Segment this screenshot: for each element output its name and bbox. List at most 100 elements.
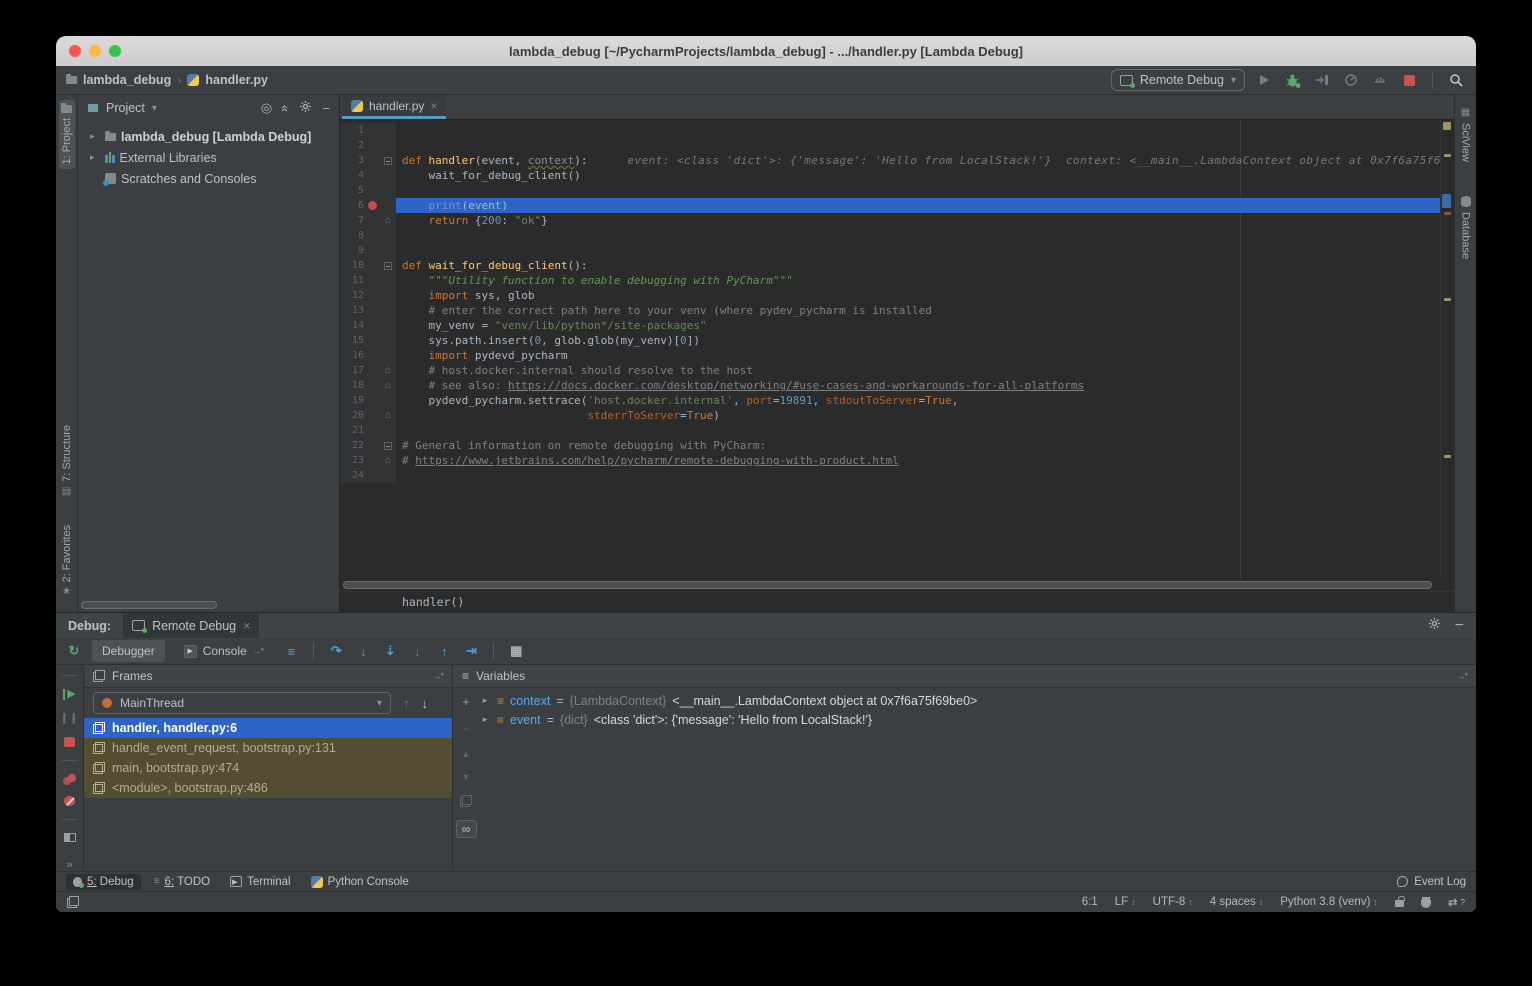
evaluate-expression-button[interactable]: ▦ [507, 643, 525, 659]
indent-selector[interactable]: 4 spaces↕ [1210, 896, 1264, 908]
line-separator-selector[interactable]: LF↕ [1115, 896, 1136, 908]
fold-marker[interactable] [379, 168, 396, 183]
stop-button[interactable] [1399, 69, 1419, 91]
editor-tab-handler-py[interactable]: handler.py × [342, 95, 446, 119]
gutter[interactable]: 4 [340, 168, 396, 183]
encoding-selector[interactable]: UTF-8↕ [1153, 896, 1193, 908]
show-execution-point-button[interactable]: ≡ [282, 644, 300, 659]
breakpoint-gutter[interactable] [366, 393, 379, 408]
gutter[interactable]: 17⌂ [340, 363, 396, 378]
more-actions-button[interactable]: » [66, 859, 72, 871]
sidebar-item-structure[interactable]: 7: Structure ▤ [59, 420, 75, 502]
expand-arrow-icon[interactable]: ▸ [479, 695, 491, 706]
step-into-my-code-button[interactable]: ↓ [408, 644, 426, 659]
code-line[interactable]: 17⌂ # host.docker.internal should resolv… [340, 363, 1454, 378]
code-line[interactable]: 19 pydevd_pycharm.settrace('host.docker.… [340, 393, 1454, 408]
tab-debugger[interactable]: Debugger [92, 640, 165, 662]
expand-arrow-icon[interactable]: ▸ [90, 152, 100, 163]
code-line[interactable]: 12 import sys, glob [340, 288, 1454, 303]
toolwindow-button-python[interactable]: Python Console [304, 874, 416, 890]
toolwindow-button-terminal[interactable]: ▶Terminal [223, 874, 297, 890]
thread-selector[interactable]: MainThread ▾ [93, 692, 391, 714]
stack-frame-row[interactable]: handle_event_request, bootstrap.py:131 [84, 738, 452, 758]
tool-window-switcher-icon[interactable] [67, 896, 79, 908]
add-watch-button[interactable]: + [462, 695, 469, 709]
scrollbar-thumb[interactable] [343, 581, 1432, 589]
fold-marker[interactable] [379, 348, 396, 363]
breakpoint-gutter[interactable] [366, 243, 379, 258]
event-log-button[interactable]: Event Log [1397, 876, 1466, 888]
lock-icon[interactable] [1395, 900, 1404, 907]
fold-marker[interactable] [379, 288, 396, 303]
debug-session-tab[interactable]: Remote Debug × [123, 613, 259, 638]
gutter[interactable]: 19 [340, 393, 396, 408]
caret-position[interactable]: 6:1 [1082, 896, 1098, 908]
hide-panel-button[interactable]: − [322, 101, 330, 116]
code-line[interactable]: 5 [340, 183, 1454, 198]
code-line[interactable]: 20⌂ stderrToServer=True) [340, 408, 1454, 423]
fold-collapse-icon[interactable] [384, 442, 392, 450]
view-breakpoints-button[interactable] [63, 774, 76, 784]
restore-layout-button[interactable] [64, 833, 76, 842]
gutter[interactable]: 10 [340, 258, 396, 273]
interpreter-selector[interactable]: Python 3.8 (venv)↕ [1280, 896, 1378, 908]
code-line[interactable]: 18⌂ # see also: https://docs.docker.com/… [340, 378, 1454, 393]
code-line[interactable]: 4 wait_for_debug_client() [340, 168, 1454, 183]
variable-row[interactable]: ▸≡event = {dict} <class 'dict'>: {'messa… [479, 710, 1476, 729]
project-horizontal-scrollbar[interactable] [81, 601, 217, 609]
sidebar-item-database[interactable]: Database [1458, 191, 1474, 264]
code-editor[interactable]: 123def handler(event, context):event: <c… [340, 120, 1454, 579]
debug-button[interactable] [1283, 69, 1303, 91]
minimize-window-button[interactable] [89, 45, 101, 57]
gutter[interactable]: 7⌂ [340, 213, 396, 228]
show-watches-toggle[interactable]: ∞ [456, 820, 477, 838]
expand-arrow-icon[interactable]: ▸ [90, 131, 100, 142]
gutter[interactable]: 22 [340, 438, 396, 453]
breakpoint-gutter[interactable] [366, 303, 379, 318]
move-watch-down-button[interactable]: ▼ [462, 772, 471, 782]
debug-settings-button[interactable] [1428, 617, 1441, 635]
stack-frame-row[interactable]: main, bootstrap.py:474 [84, 758, 452, 778]
gutter[interactable]: 13 [340, 303, 396, 318]
step-over-button[interactable]: ↷ [327, 643, 345, 659]
fold-marker[interactable]: ⌂ [379, 408, 396, 423]
stack-frame-row[interactable]: handler, handler.py:6 [84, 718, 452, 738]
force-step-into-button[interactable]: ⇣ [381, 643, 399, 659]
breakpoint-gutter[interactable] [366, 123, 379, 138]
gutter[interactable]: 23⌂ [340, 453, 396, 468]
gutter[interactable]: 3 [340, 153, 396, 168]
code-line[interactable]: 15 sys.path.insert(0, glob.glob(my_venv)… [340, 333, 1454, 348]
fold-marker[interactable] [379, 258, 396, 273]
gutter[interactable]: 2 [340, 138, 396, 153]
search-everywhere-button[interactable] [1446, 69, 1466, 91]
gutter[interactable]: 16 [340, 348, 396, 363]
breakpoint-gutter[interactable] [366, 348, 379, 363]
variable-row[interactable]: ▸≡context = {LambdaContext} <__main__.La… [479, 691, 1476, 710]
breakpoint-gutter[interactable] [366, 273, 379, 288]
breakpoint-gutter[interactable] [366, 288, 379, 303]
resume-button[interactable]: ▶ [63, 689, 75, 700]
fold-marker[interactable] [379, 423, 396, 438]
step-out-button[interactable]: ↑ [435, 644, 453, 659]
stripe-mark[interactable] [1444, 212, 1451, 215]
gutter[interactable]: 14 [340, 318, 396, 333]
fold-marker[interactable] [379, 318, 396, 333]
stripe-mark[interactable] [1444, 455, 1451, 458]
tab-console[interactable]: ▶ Console →* [174, 640, 274, 662]
fold-marker[interactable] [379, 198, 396, 213]
fold-marker[interactable] [379, 243, 396, 258]
breakpoint-gutter[interactable] [366, 153, 379, 168]
pin-panel-icon[interactable]: →* [1456, 671, 1467, 681]
code-line[interactable]: 8 [340, 228, 1454, 243]
fold-marker[interactable]: ⌂ [379, 213, 396, 228]
close-tab-icon[interactable]: × [430, 99, 437, 113]
gutter[interactable]: 18⌂ [340, 378, 396, 393]
fold-marker[interactable]: ⌂ [379, 378, 396, 393]
toolwindow-button-debug[interactable]: 5: Debug [66, 874, 141, 890]
sync-icon[interactable]: ⇄? [1448, 895, 1465, 909]
gutter[interactable]: 12 [340, 288, 396, 303]
breakpoint-gutter[interactable] [366, 408, 379, 423]
fold-marker[interactable] [379, 303, 396, 318]
fold-marker[interactable] [379, 468, 396, 483]
fold-marker[interactable] [379, 273, 396, 288]
